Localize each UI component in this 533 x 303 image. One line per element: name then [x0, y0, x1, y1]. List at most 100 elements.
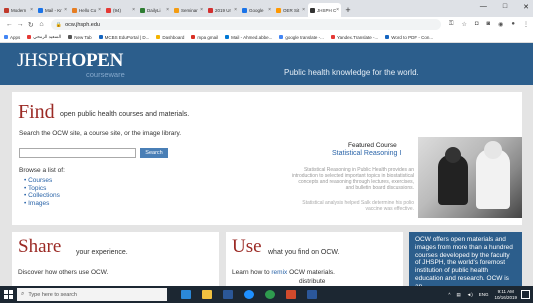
- home-icon[interactable]: ⌂: [36, 21, 47, 28]
- browser-tab[interactable]: OER Sit ×: [274, 3, 307, 17]
- taskbar-search[interactable]: ⌕ Type here to search: [17, 288, 167, 301]
- start-button[interactable]: [0, 286, 17, 303]
- share-text: Discover how others use OCW.: [18, 269, 109, 276]
- tab-close-icon[interactable]: ×: [132, 7, 135, 13]
- bookmark-icon: [156, 35, 161, 39]
- featured-course-link[interactable]: Statistical Reasoning I: [332, 150, 401, 157]
- extension-icon[interactable]: ◙: [486, 21, 490, 28]
- minimize-icon[interactable]: —: [480, 3, 487, 11]
- share-title: Share: [18, 236, 62, 257]
- new-tab-button[interactable]: +: [342, 3, 354, 17]
- tab-close-icon[interactable]: ×: [200, 7, 203, 13]
- maximize-icon[interactable]: □: [503, 3, 507, 11]
- bookmark-label: Yandex.Translate -...: [336, 34, 379, 40]
- tray-chevron-icon[interactable]: ^: [448, 292, 450, 297]
- tab-close-icon[interactable]: ×: [302, 7, 305, 13]
- browser-tab[interactable]: Seminar ×: [172, 3, 205, 17]
- bookmark-item[interactable]: السعيد الرمحي: [27, 34, 61, 40]
- edge-icon[interactable]: [244, 290, 254, 299]
- browse-label: Browse a list of:: [19, 167, 65, 174]
- bookmark-item[interactable]: Word to PDF - Con...: [385, 35, 433, 40]
- browser-tab[interactable]: (94) ×: [104, 3, 137, 17]
- tab-label: Google: [249, 7, 264, 13]
- bookmark-icon: [225, 35, 230, 39]
- tab-close-icon[interactable]: ×: [166, 7, 169, 13]
- clock-date: 10/16/2019: [494, 294, 517, 300]
- bookmark-item[interactable]: Yandex.Translate -...: [330, 34, 379, 40]
- chrome-icon[interactable]: [265, 290, 275, 299]
- file-explorer-icon[interactable]: [202, 290, 212, 299]
- browser-tab[interactable]: Hello Co ×: [70, 3, 103, 17]
- featured-course-caption: Statistical analysis helped Salk determi…: [302, 200, 414, 212]
- browser-tab[interactable]: JHSPH C ×: [308, 3, 341, 17]
- logo-subtitle: courseware: [86, 70, 125, 79]
- browse-link-images[interactable]: Images: [24, 200, 60, 208]
- use-text-pre: Learn how to: [232, 269, 272, 276]
- bookmark-item[interactable]: mpa gmail: [191, 35, 218, 40]
- powerpoint-icon[interactable]: [286, 290, 296, 299]
- search-button[interactable]: Search: [140, 148, 168, 158]
- star-icon[interactable]: ☆: [461, 21, 466, 28]
- key-icon[interactable]: ⚿: [449, 21, 454, 28]
- extension-icon[interactable]: ◉: [498, 21, 503, 28]
- browser-tab[interactable]: Google ×: [240, 3, 273, 17]
- tab-close-icon[interactable]: ×: [30, 7, 33, 13]
- browser-tab[interactable]: 2019 Ur ×: [206, 3, 239, 17]
- browse-link-topics[interactable]: Topics: [24, 185, 60, 193]
- tab-favicon-icon: [276, 7, 281, 13]
- reload-icon[interactable]: ↻: [25, 21, 36, 29]
- network-icon[interactable]: ▤: [456, 292, 460, 298]
- profile-icon[interactable]: ●: [511, 21, 515, 28]
- use-text: Learn how to remix OCW materials.: [232, 269, 335, 276]
- bookmark-label: السعيد الرمحي: [33, 34, 62, 39]
- notifications-icon[interactable]: [521, 290, 530, 299]
- site-logo[interactable]: JHSPHOPEN: [17, 50, 123, 72]
- search-input[interactable]: [19, 148, 136, 158]
- bookmark-icon: [191, 35, 196, 39]
- bookmark-item[interactable]: Apps: [4, 35, 20, 40]
- tab-close-icon[interactable]: ×: [98, 7, 101, 13]
- logo-bold-text: OPEN: [71, 50, 124, 71]
- bookmark-item[interactable]: New Tab: [68, 35, 92, 40]
- bookmark-icon: [98, 35, 103, 39]
- tab-favicon-icon: [38, 7, 43, 13]
- tab-close-icon[interactable]: ×: [64, 7, 67, 13]
- tab-close-icon[interactable]: ×: [234, 7, 237, 13]
- ocw-info-box: OCW offers open materials and images fro…: [409, 232, 522, 286]
- address-bar[interactable]: 🔒 ocw.jhsph.edu: [50, 19, 441, 30]
- tab-close-icon[interactable]: ×: [336, 7, 339, 13]
- logo-light-text: JHSPH: [17, 50, 72, 71]
- word-icon[interactable]: [307, 290, 317, 299]
- clock[interactable]: 9:11 AM 10/16/2019: [494, 289, 517, 300]
- tab-favicon-icon: [106, 7, 111, 13]
- tab-favicon-icon: [310, 7, 315, 13]
- browse-link-collections[interactable]: Collections: [24, 192, 60, 200]
- use-panel: Use what you find on OCW. Learn how to r…: [226, 232, 403, 286]
- site-header: JHSPHOPEN courseware Public health knowl…: [0, 43, 533, 85]
- back-icon[interactable]: ←: [4, 21, 15, 28]
- bookmark-item[interactable]: Dashboard: [156, 35, 184, 40]
- featured-course-photo[interactable]: [418, 137, 522, 218]
- store-icon[interactable]: [223, 290, 233, 299]
- tab-close-icon[interactable]: ×: [268, 7, 271, 13]
- volume-icon[interactable]: ◄): [467, 292, 473, 297]
- close-window-icon[interactable]: ✕: [523, 3, 529, 11]
- language-indicator[interactable]: ENG: [479, 292, 489, 297]
- extension-icon[interactable]: ◘: [475, 21, 479, 28]
- find-subtitle: open public health courses and materials…: [60, 111, 190, 118]
- site-tagline: Public health knowledge for the world.: [284, 68, 419, 77]
- task-view-icon[interactable]: [181, 290, 191, 299]
- bookmark-item[interactable]: MCBS EduPortal | D...: [98, 35, 149, 40]
- menu-icon[interactable]: ⋮: [523, 21, 529, 28]
- browser-tab[interactable]: DailyLi ×: [138, 3, 171, 17]
- browse-link-courses[interactable]: Courses: [24, 177, 60, 185]
- bookmark-item[interactable]: google translate -...: [279, 35, 324, 40]
- search-prompt: Search the OCW site, a course site, or t…: [19, 130, 182, 137]
- browser-tab[interactable]: Modern ×: [2, 3, 35, 17]
- bookmark-icon: [68, 35, 73, 39]
- bookmark-item[interactable]: Mail - Ahmed.abbe...: [225, 35, 272, 40]
- browser-tab[interactable]: Mail - Kr ×: [36, 3, 69, 17]
- forward-icon[interactable]: →: [15, 21, 26, 28]
- remix-link[interactable]: remix: [271, 269, 287, 276]
- bookmark-icon: [330, 35, 335, 39]
